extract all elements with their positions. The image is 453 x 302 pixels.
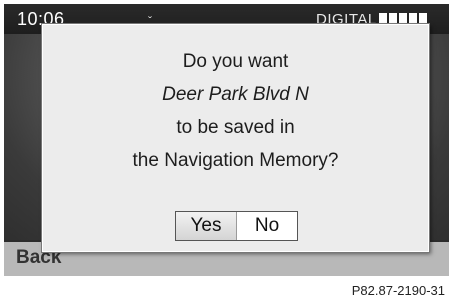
dialog-line-question: Do you want [182,51,289,72]
dialog-button-group: Yes No [175,211,298,241]
figure-caption: P82.87-2190-31 [351,283,445,298]
signal-bar [389,13,397,23]
page: 10:06 ˇ DIGITAL Back Do you want Deer Pa… [0,0,453,302]
signal-bar [399,13,407,23]
signal-bar [419,13,427,23]
save-confirmation-dialog: Do you want Deer Park Blvd N to be saved… [42,24,429,252]
no-button[interactable]: No [237,212,297,240]
dialog-line-memory: the Navigation Memory? [132,150,339,171]
dialog-line-destination: Deer Park Blvd N [162,84,309,105]
dialog-message: Do you want Deer Park Blvd N to be saved… [43,45,428,177]
yes-button[interactable]: Yes [176,212,237,240]
signal-strength-icon [379,13,427,23]
dialog-line-saved-in: to be saved in [176,117,295,138]
signal-bar [409,13,417,23]
signal-bar [379,13,387,23]
device-screen: 10:06 ˇ DIGITAL Back Do you want Deer Pa… [4,4,449,276]
